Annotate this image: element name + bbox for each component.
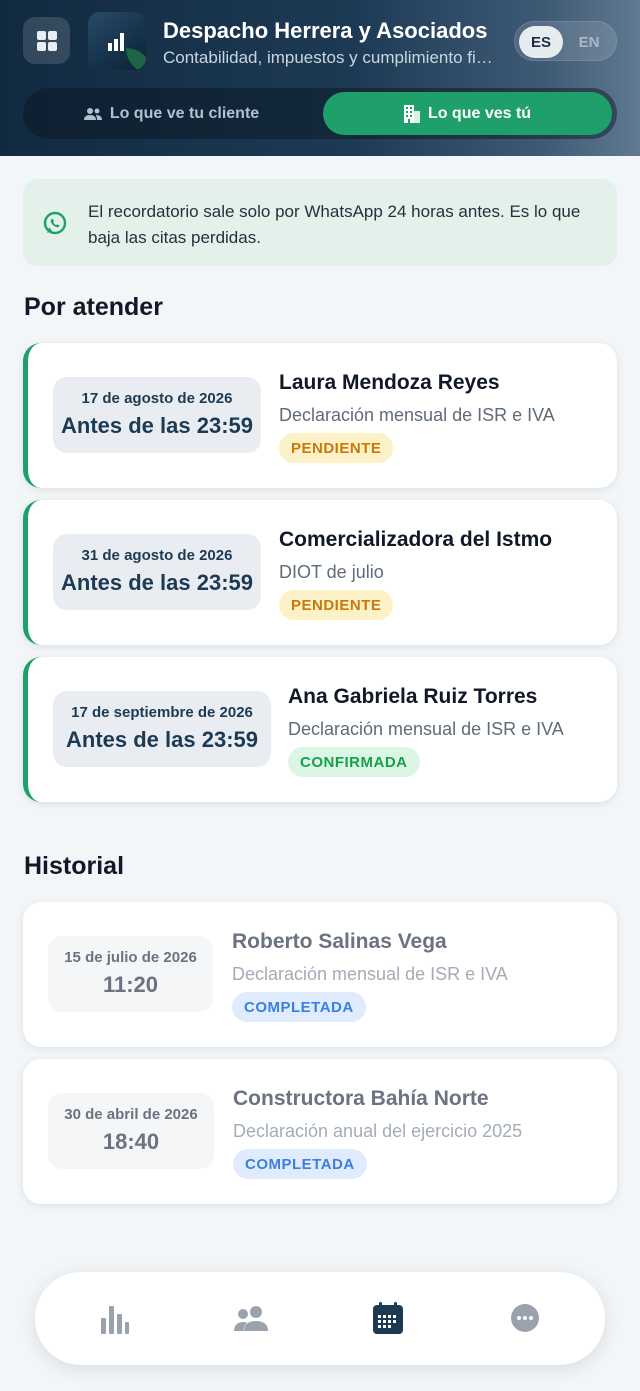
status-badge: CONFIRMADA bbox=[288, 747, 420, 777]
view-toggle: Lo que ve tu cliente Lo que ves tú bbox=[23, 88, 617, 139]
appointment-date: 17 de agosto de 2026 bbox=[81, 390, 233, 407]
appointment-date: 15 de julio de 2026 bbox=[64, 949, 197, 966]
your-view-button[interactable]: Lo que ves tú bbox=[323, 92, 612, 135]
banner-text: El recordatorio sale solo por WhatsApp 2… bbox=[88, 202, 581, 247]
calendar-icon bbox=[373, 1302, 403, 1334]
leaf-icon bbox=[126, 48, 146, 70]
appointment-time: 18:40 bbox=[102, 1129, 160, 1154]
pending-section-title: Por atender bbox=[24, 293, 163, 321]
appointment-card[interactable]: 31 de agosto de 2026 Antes de las 23:59 … bbox=[23, 500, 617, 645]
building-icon bbox=[403, 104, 420, 123]
client-name: Ana Gabriela Ruiz Torres bbox=[288, 685, 538, 708]
date-box: 17 de septiembre de 2026 Antes de las 23… bbox=[53, 691, 271, 767]
client-name: Roberto Salinas Vega bbox=[232, 930, 447, 953]
service-name: Declaración mensual de ISR e IVA bbox=[279, 405, 555, 425]
history-section-title: Historial bbox=[24, 852, 125, 880]
client-name: Laura Mendoza Reyes bbox=[279, 371, 500, 394]
appointment-card[interactable]: 17 de agosto de 2026 Antes de las 23:59 … bbox=[23, 343, 617, 488]
appointment-time: Antes de las 23:59 bbox=[61, 413, 253, 438]
date-box: 17 de agosto de 2026 Antes de las 23:59 bbox=[53, 377, 261, 453]
chart-icon bbox=[101, 1306, 129, 1334]
appointment-card[interactable]: 17 de septiembre de 2026 Antes de las 23… bbox=[23, 657, 617, 802]
users-icon bbox=[234, 1306, 268, 1331]
service-name: DIOT de julio bbox=[279, 562, 384, 582]
whatsapp-info-banner: El recordatorio sale solo por WhatsApp 2… bbox=[23, 179, 617, 266]
appointment-time: 11:20 bbox=[102, 972, 159, 997]
date-box: 15 de julio de 2026 11:20 bbox=[48, 936, 213, 1012]
appointment-date: 31 de agosto de 2026 bbox=[81, 547, 233, 564]
bottom-nav bbox=[35, 1272, 605, 1365]
client-view-label: Lo que ve tu cliente bbox=[109, 104, 260, 122]
nav-calendar-button[interactable] bbox=[366, 1296, 410, 1340]
nav-clients-button[interactable] bbox=[229, 1296, 273, 1340]
nav-stats-button[interactable] bbox=[93, 1296, 137, 1340]
appointment-time: Antes de las 23:59 bbox=[66, 727, 258, 752]
date-box: 31 de agosto de 2026 Antes de las 23:59 bbox=[53, 534, 261, 610]
firm-logo bbox=[88, 12, 146, 70]
service-name: Declaración mensual de ISR e IVA bbox=[288, 719, 564, 739]
users-icon bbox=[83, 107, 102, 120]
lang-es-button[interactable]: ES bbox=[519, 26, 563, 58]
bar-chart-logo-icon bbox=[108, 33, 124, 51]
history-card[interactable]: 15 de julio de 2026 11:20 Roberto Salina… bbox=[23, 902, 617, 1047]
status-badge: COMPLETADA bbox=[233, 1149, 367, 1179]
language-switch: ES EN bbox=[514, 21, 617, 61]
app-header: Despacho Herrera y Asociados Contabilida… bbox=[0, 0, 640, 156]
history-card[interactable]: 30 de abril de 2026 18:40 Constructora B… bbox=[23, 1059, 617, 1204]
client-name: Comercializadora del Istmo bbox=[279, 528, 553, 551]
appointment-date: 17 de septiembre de 2026 bbox=[71, 704, 253, 721]
date-box: 30 de abril de 2026 18:40 bbox=[48, 1093, 214, 1169]
your-view-label: Lo que ves tú bbox=[427, 104, 532, 122]
client-name: Constructora Bahía Norte bbox=[233, 1087, 489, 1110]
menu-grid-button[interactable] bbox=[23, 17, 70, 64]
status-badge: PENDIENTE bbox=[279, 433, 394, 463]
app-subtitle: Contabilidad, impuestos y cumplimiento f… bbox=[163, 48, 493, 67]
service-name: Declaración mensual de ISR e IVA bbox=[232, 964, 508, 984]
whatsapp-icon bbox=[43, 211, 67, 235]
app-title: Despacho Herrera y Asociados bbox=[163, 18, 488, 43]
lang-en-button[interactable]: EN bbox=[567, 26, 611, 58]
status-badge: PENDIENTE bbox=[279, 590, 394, 620]
grid-icon bbox=[36, 30, 57, 51]
status-badge: COMPLETADA bbox=[232, 992, 366, 1022]
client-view-button[interactable]: Lo que ve tu cliente bbox=[27, 92, 316, 135]
appointment-time: Antes de las 23:59 bbox=[61, 570, 253, 595]
appointment-date: 30 de abril de 2026 bbox=[64, 1106, 198, 1123]
service-name: Declaración anual del ejercicio 2025 bbox=[233, 1121, 523, 1141]
more-icon bbox=[511, 1304, 539, 1332]
nav-more-button[interactable] bbox=[503, 1296, 547, 1340]
